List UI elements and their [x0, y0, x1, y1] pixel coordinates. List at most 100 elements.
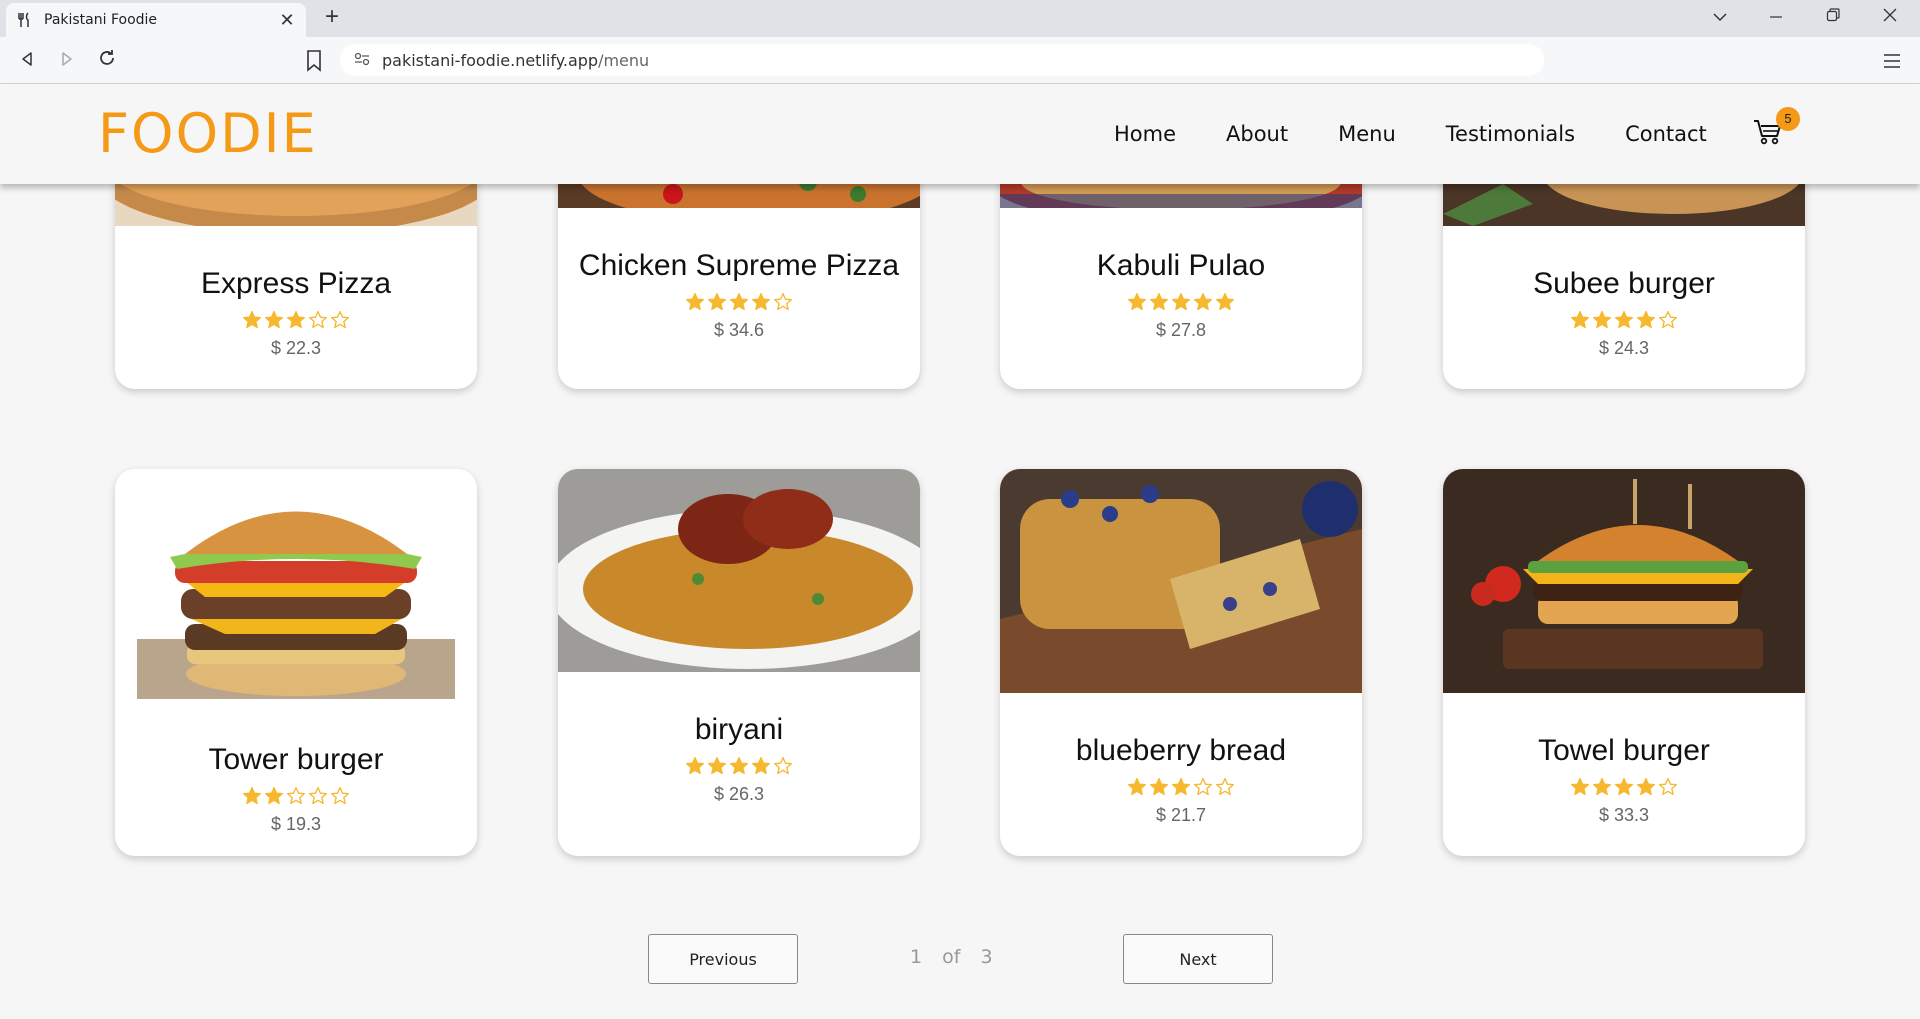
star-empty-icon [1659, 778, 1677, 796]
star-filled-icon [243, 311, 261, 329]
close-tab-icon[interactable]: ✕ [278, 11, 296, 29]
url-path: /menu [598, 50, 650, 70]
item-name: biryani [694, 713, 784, 746]
fork-knife-icon [16, 12, 32, 28]
rating-stars [1000, 292, 1362, 316]
food-image-towel-burger [1443, 469, 1805, 693]
site-logo[interactable]: FOODIE [98, 102, 318, 165]
page-indicator: 1 of 3 [910, 946, 993, 968]
previous-page-button[interactable]: Previous [648, 934, 798, 984]
star-filled-icon [243, 787, 261, 805]
page-of-label: of [942, 946, 961, 968]
cart-count-badge: 5 [1776, 107, 1800, 131]
item-price: $ 24.3 [1598, 338, 1650, 358]
bookmark-icon[interactable] [303, 48, 325, 74]
reload-icon[interactable] [94, 48, 120, 74]
item-price: $ 19.3 [270, 814, 322, 834]
nav-contact[interactable]: Contact [1625, 122, 1707, 146]
star-filled-icon [752, 757, 770, 775]
star-filled-icon [1216, 293, 1234, 311]
star-filled-icon [1571, 311, 1589, 329]
back-icon[interactable] [14, 48, 40, 74]
rating-stars [115, 310, 477, 334]
item-price: $ 21.7 [1155, 805, 1207, 825]
item-name: Express Pizza [200, 267, 392, 300]
browser-tab[interactable]: Pakistani Foodie ✕ [6, 3, 306, 37]
star-filled-icon [265, 787, 283, 805]
rating-stars [115, 786, 477, 810]
next-page-button[interactable]: Next [1123, 934, 1273, 984]
star-filled-icon [1571, 778, 1589, 796]
rating-stars [1000, 777, 1362, 801]
item-name: Subee burger [1533, 267, 1715, 300]
item-price: $ 34.6 [713, 320, 765, 340]
item-name: Chicken Supreme Pizza [578, 249, 900, 282]
star-filled-icon [686, 757, 704, 775]
star-filled-icon [686, 293, 704, 311]
star-filled-icon [752, 293, 770, 311]
star-filled-icon [1150, 293, 1168, 311]
star-filled-icon [287, 311, 305, 329]
item-price: $ 26.3 [713, 784, 765, 804]
nav-testimonials[interactable]: Testimonials [1446, 122, 1575, 146]
star-filled-icon [1172, 293, 1190, 311]
star-filled-icon [1128, 778, 1146, 796]
menu-card[interactable]: Towel burger $ 33.3 [1443, 469, 1805, 856]
main-nav: Home About Menu Testimonials Contact [1114, 84, 1757, 184]
star-filled-icon [1593, 778, 1611, 796]
menu-card[interactable]: blueberry bread $ 21.7 [1000, 469, 1362, 856]
star-filled-icon [1593, 311, 1611, 329]
close-window-icon[interactable] [1870, 4, 1910, 32]
address-bar[interactable]: pakistani-foodie.netlify.app/menu [340, 44, 1544, 76]
star-filled-icon [708, 757, 726, 775]
minimize-icon[interactable] [1756, 4, 1796, 32]
star-filled-icon [1637, 311, 1655, 329]
star-filled-icon [730, 757, 748, 775]
tab-title: Pakistani Foodie [44, 12, 158, 28]
star-empty-icon [1659, 311, 1677, 329]
url-host: pakistani-foodie.netlify.app [382, 50, 599, 70]
star-filled-icon [1194, 293, 1212, 311]
forward-icon[interactable] [54, 48, 80, 74]
site-settings-icon[interactable] [354, 52, 370, 69]
star-empty-icon [309, 787, 327, 805]
star-empty-icon [331, 311, 349, 329]
item-price: $ 33.3 [1598, 805, 1650, 825]
new-tab-icon[interactable]: + [320, 5, 344, 30]
site-header: FOODIE Home About Menu Testimonials Cont… [0, 84, 1920, 184]
browser-toolbar: pakistani-foodie.netlify.app/menu [0, 37, 1920, 84]
star-empty-icon [774, 757, 792, 775]
item-name: Towel burger [1538, 734, 1710, 767]
nav-about[interactable]: About [1226, 122, 1288, 146]
nav-menu[interactable]: Menu [1338, 122, 1396, 146]
total-pages: 3 [980, 946, 993, 968]
item-name: Kabuli Pulao [1096, 249, 1266, 282]
item-name: Tower burger [208, 743, 384, 776]
tab-list-chevron-icon[interactable] [1700, 4, 1740, 32]
rating-stars [1443, 777, 1805, 801]
restore-icon[interactable] [1813, 4, 1853, 32]
menu-section: Express Pizza $ 22.3 Chicken Supreme Piz… [0, 84, 1920, 1019]
rating-stars [1443, 310, 1805, 334]
star-empty-icon [309, 311, 327, 329]
browser-tabbar: Pakistani Foodie ✕ + [0, 0, 1920, 37]
food-image-biryani [558, 469, 920, 672]
food-image-tower-burger [115, 469, 477, 702]
browser-menu-icon[interactable] [1880, 49, 1904, 73]
current-page: 1 [910, 946, 923, 968]
item-price: $ 22.3 [270, 338, 322, 358]
star-empty-icon [287, 787, 305, 805]
menu-card[interactable]: Tower burger $ 19.3 [115, 469, 477, 856]
food-image-blueberry-bread [1000, 469, 1362, 693]
star-filled-icon [730, 293, 748, 311]
star-filled-icon [1128, 293, 1146, 311]
rating-stars [558, 292, 920, 316]
star-empty-icon [331, 787, 349, 805]
star-filled-icon [1150, 778, 1168, 796]
menu-card[interactable]: biryani $ 26.3 [558, 469, 920, 856]
star-filled-icon [1637, 778, 1655, 796]
star-empty-icon [1216, 778, 1234, 796]
star-empty-icon [1194, 778, 1212, 796]
nav-home[interactable]: Home [1114, 122, 1176, 146]
rating-stars [558, 756, 920, 780]
